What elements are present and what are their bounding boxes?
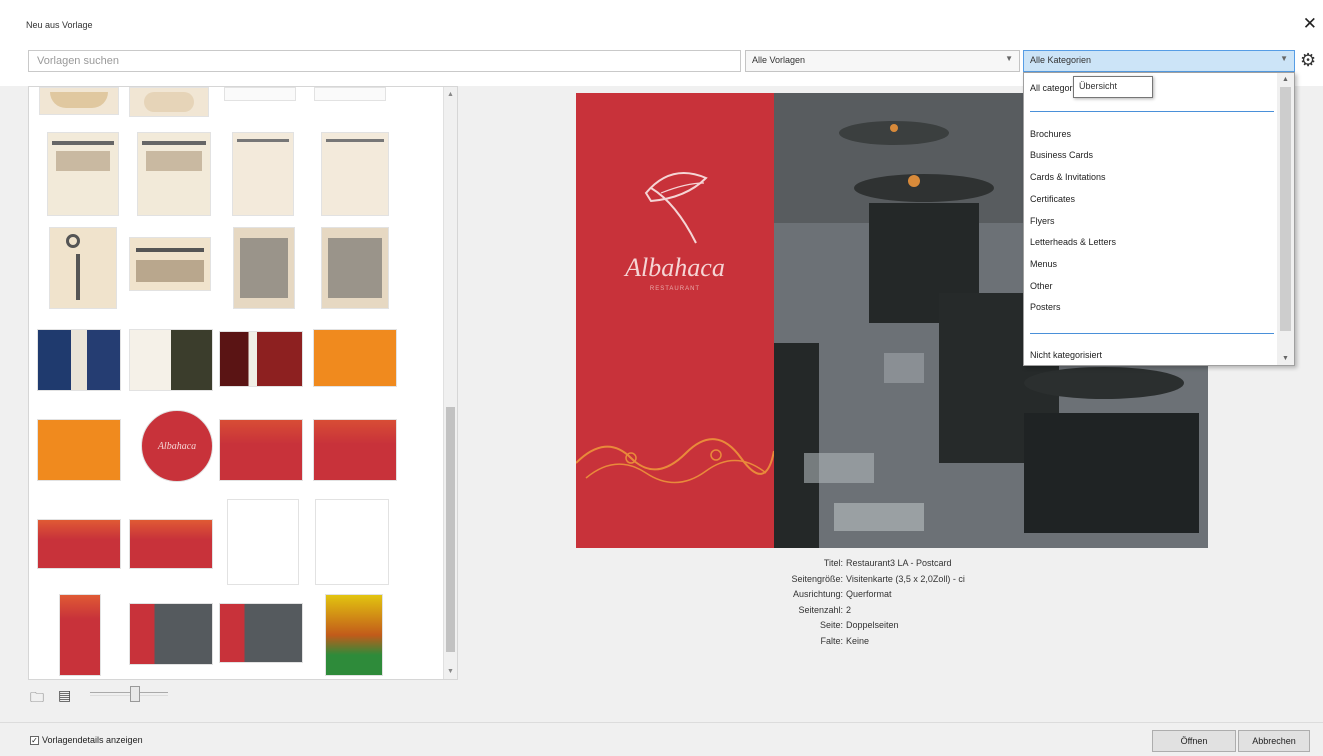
gear-icon[interactable]: ⚙ xyxy=(1300,50,1316,71)
template-thumbnail[interactable] xyxy=(313,419,397,481)
template-thumbnail[interactable] xyxy=(137,132,211,216)
template-thumbnail[interactable] xyxy=(315,499,389,585)
category-filter-value: Alle Kategorien xyxy=(1030,55,1092,65)
thumbnail-size-slider[interactable] xyxy=(90,686,168,702)
template-thumbnail[interactable] xyxy=(129,519,213,569)
dialog-footer: ✓ Vorlagendetails anzeigen Öffnen Abbrec… xyxy=(0,722,1323,756)
detail-row: Titel: Restaurant3 LA - Postcard xyxy=(823,558,952,568)
template-details: Titel: Restaurant3 LA - Postcard Seitengr… xyxy=(758,556,1018,650)
template-thumbnail[interactable] xyxy=(227,499,299,585)
scroll-up-icon[interactable]: ▲ xyxy=(447,91,454,98)
template-thumbnail[interactable] xyxy=(314,87,386,101)
close-icon[interactable]: ✕ xyxy=(1303,14,1317,34)
view-controls-bar: 🗀 ▤ xyxy=(28,680,1323,710)
scrollbar-thumb[interactable] xyxy=(446,407,455,652)
template-thumbnail[interactable] xyxy=(49,227,117,309)
template-thumbnail[interactable] xyxy=(224,87,296,101)
template-thumbnail[interactable] xyxy=(219,603,303,663)
template-list-scrollbar[interactable]: ▲ ▼ xyxy=(443,87,457,679)
dropdown-separator xyxy=(1030,111,1274,112)
window-title: Neu aus Vorlage xyxy=(26,20,93,30)
template-thumbnail[interactable] xyxy=(37,519,121,569)
template-thumbnail[interactable] xyxy=(321,132,389,216)
template-thumbnail[interactable] xyxy=(325,594,383,676)
dropdown-item[interactable]: Letterheads & Letters xyxy=(1030,237,1116,247)
template-filter-select[interactable]: Alle Vorlagen ▼ xyxy=(745,50,1020,72)
template-thumbnail[interactable] xyxy=(219,419,303,481)
template-thumbnail[interactable] xyxy=(129,603,213,665)
leaf-logo-icon xyxy=(644,172,708,244)
template-thumbnail[interactable] xyxy=(47,132,119,216)
chevron-down-icon: ▼ xyxy=(1005,54,1013,63)
template-thumbnail[interactable] xyxy=(129,87,209,117)
cancel-button[interactable]: Abbrechen xyxy=(1238,730,1310,752)
dropdown-item[interactable]: Flyers xyxy=(1030,216,1055,226)
template-thumbnail[interactable] xyxy=(59,594,101,676)
tooltip: Übersicht xyxy=(1073,76,1153,98)
template-thumbnail[interactable] xyxy=(39,87,119,115)
dropdown-item[interactable]: Business Cards xyxy=(1030,150,1093,160)
dropdown-item[interactable]: Certificates xyxy=(1030,194,1075,204)
detail-row: Seitenzahl: 2 xyxy=(798,604,852,615)
template-thumbnail[interactable] xyxy=(129,237,211,291)
preview-brand-name: Albahaca xyxy=(625,253,725,282)
category-filter-select[interactable]: Alle Kategorien ▼ xyxy=(1023,50,1295,72)
detail-row: Falte: Keine xyxy=(820,635,870,646)
scroll-up-icon[interactable]: ▲ xyxy=(1282,76,1289,83)
dropdown-item[interactable]: Other xyxy=(1030,281,1053,291)
dropdown-scrollbar[interactable]: ▲ ▼ xyxy=(1277,73,1294,365)
template-thumbnail[interactable] xyxy=(129,329,213,391)
folder-icon[interactable]: 🗀 xyxy=(30,687,44,711)
preview-brand-panel: Albahaca RESTAURANT xyxy=(576,93,774,548)
open-button[interactable]: Öffnen xyxy=(1152,730,1236,752)
template-thumbnail[interactable]: Albahaca xyxy=(141,410,213,482)
title-bar: Neu aus Vorlage ✕ xyxy=(0,0,1323,38)
detail-row: Ausrichtung: Querformat xyxy=(792,589,892,600)
library-icon[interactable]: ▤ xyxy=(58,687,71,704)
show-details-checkbox[interactable]: ✓ Vorlagendetails anzeigen xyxy=(30,735,143,745)
detail-row: Seitengröße: Visitenkarte (3,5 x 2,0Zoll)… xyxy=(791,573,965,584)
template-thumbnail[interactable] xyxy=(232,132,294,216)
dropdown-separator xyxy=(1030,333,1274,334)
checkbox-checked-icon[interactable]: ✓ xyxy=(30,735,39,745)
dropdown-item[interactable]: Menus xyxy=(1030,259,1057,269)
template-thumbnail[interactable] xyxy=(321,227,389,309)
dropdown-item[interactable]: Posters xyxy=(1030,302,1061,312)
template-thumbnail[interactable] xyxy=(37,419,121,481)
category-dropdown-list: All categories Brochures Business Cards … xyxy=(1023,72,1295,366)
preview-tagline: RESTAURANT xyxy=(649,286,701,292)
new-from-template-dialog: Neu aus Vorlage ✕ Alle Vorlagen ▼ Alle K… xyxy=(0,0,1323,756)
template-thumbnail[interactable] xyxy=(233,227,295,309)
dropdown-item[interactable]: Cards & Invitations xyxy=(1030,172,1106,182)
show-details-label: Vorlagendetails anzeigen xyxy=(42,735,143,745)
template-thumbnail[interactable] xyxy=(219,331,303,387)
scroll-down-icon[interactable]: ▼ xyxy=(447,668,454,675)
template-filter-value: Alle Vorlagen xyxy=(752,55,806,65)
detail-row: Seite: Doppelseiten xyxy=(819,620,899,631)
template-thumbnail[interactable] xyxy=(313,329,397,387)
chevron-down-icon: ▼ xyxy=(1280,54,1288,63)
scrollbar-thumb[interactable] xyxy=(1280,87,1291,331)
template-list: Albahaca ▲ ▼ xyxy=(28,86,458,680)
dropdown-item-uncategorized[interactable]: Nicht kategorisiert xyxy=(1030,350,1102,360)
dropdown-item[interactable]: Brochures xyxy=(1030,129,1071,139)
slider-knob[interactable] xyxy=(130,686,140,702)
search-input[interactable] xyxy=(28,50,741,72)
ornament-flourish xyxy=(576,438,774,484)
scroll-down-icon[interactable]: ▼ xyxy=(1282,355,1289,362)
template-thumbnail[interactable] xyxy=(37,329,121,391)
